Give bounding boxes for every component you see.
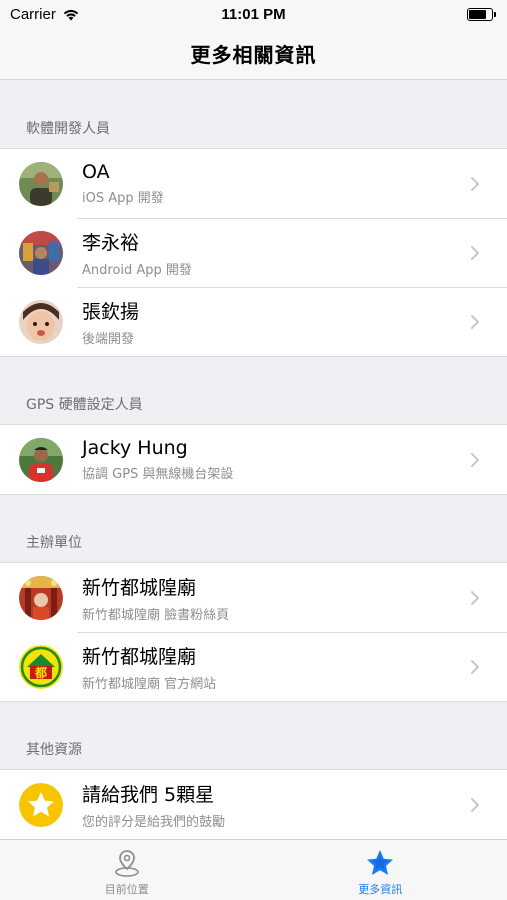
section-header-developers: 軟體開發人員 bbox=[26, 121, 110, 137]
section-header-other: 其他資源 bbox=[26, 742, 82, 758]
photo-avatar-chang bbox=[19, 299, 63, 344]
row-subtitle: 後端開發 bbox=[82, 331, 135, 347]
row-title: 新竹都城隍廟 bbox=[82, 576, 197, 599]
list-item-oa[interactable]: OA iOS App 開發 bbox=[0, 149, 507, 218]
carrier-indicator: Carrier bbox=[10, 6, 80, 23]
row-title: 張欽揚 bbox=[82, 300, 140, 323]
navigation-bar: 更多相關資訊 bbox=[0, 28, 507, 80]
row-title: Jacky Hung bbox=[82, 437, 188, 459]
wifi-icon bbox=[63, 9, 79, 20]
list-item-jacky[interactable]: Jacky Hung 協調 GPS 與無線機台架設 bbox=[0, 425, 507, 494]
section-organizer: 新竹都城隍廟 新竹都城隍廟 臉書粉絲頁 都 新竹都城隍廟 新竹都城隍廟 官方網站 bbox=[0, 562, 507, 702]
avatar bbox=[19, 782, 63, 827]
row-subtitle: 協調 GPS 與無線機台架設 bbox=[82, 467, 234, 482]
temple-logo-text: 都 bbox=[34, 665, 47, 680]
row-subtitle: 新竹都城隍廟 臉書粉絲頁 bbox=[82, 607, 230, 623]
tab-more-info[interactable]: 更多資訊 bbox=[254, 840, 507, 900]
temple-photo-avatar bbox=[19, 575, 63, 620]
photo-avatar-jacky bbox=[19, 437, 63, 482]
chevron-right-icon bbox=[465, 245, 485, 261]
avatar bbox=[19, 575, 63, 620]
avatar bbox=[19, 437, 63, 482]
list-item-temple-website[interactable]: 都 新竹都城隍廟 新竹都城隍廟 官方網站 bbox=[0, 632, 507, 701]
star-icon bbox=[367, 850, 394, 875]
tab-bar: 目前位置 更多資訊 bbox=[0, 839, 507, 900]
avatar bbox=[19, 161, 63, 206]
section-header-gps: GPS 硬體設定人員 bbox=[26, 397, 143, 413]
photo-avatar-li bbox=[19, 230, 63, 275]
row-subtitle: 新竹都城隍廟 官方網站 bbox=[82, 676, 217, 692]
location-pin-icon bbox=[114, 850, 139, 877]
avatar: 都 bbox=[19, 644, 63, 689]
row-title: 李永裕 bbox=[82, 231, 140, 254]
section-gps: Jacky Hung 協調 GPS 與無線機台架設 bbox=[0, 424, 507, 495]
temple-logo-avatar: 都 bbox=[19, 644, 63, 689]
tab-label: 目前位置 bbox=[104, 883, 149, 896]
star-icon bbox=[19, 782, 63, 827]
section-developers: OA iOS App 開發 李永裕 Android App 開發 張欽揚 後端開… bbox=[0, 148, 507, 357]
avatar bbox=[19, 230, 63, 275]
row-title: 請給我們 5顆星 bbox=[82, 783, 215, 806]
list-item-temple-facebook[interactable]: 新竹都城隍廟 新竹都城隍廟 臉書粉絲頁 bbox=[0, 563, 507, 632]
row-subtitle: Android App 開發 bbox=[82, 262, 192, 278]
list-item-li[interactable]: 李永裕 Android App 開發 bbox=[0, 218, 507, 287]
section-header-organizer: 主辦單位 bbox=[26, 535, 82, 551]
chevron-right-icon bbox=[465, 452, 485, 468]
chevron-right-icon bbox=[465, 314, 485, 330]
row-subtitle: 您的評分是給我們的鼓勵 bbox=[82, 814, 226, 830]
avatar bbox=[19, 299, 63, 344]
battery-icon bbox=[467, 7, 496, 21]
list-item-chang[interactable]: 張欽揚 後端開發 bbox=[0, 287, 507, 356]
row-title: OA bbox=[82, 161, 110, 183]
chevron-right-icon bbox=[465, 797, 485, 813]
list-item-rate-app[interactable]: 請給我們 5顆星 您的評分是給我們的鼓勵 bbox=[0, 770, 507, 839]
row-subtitle: iOS App 開發 bbox=[82, 191, 164, 206]
chevron-right-icon bbox=[465, 590, 485, 606]
tab-label: 更多資訊 bbox=[358, 883, 403, 896]
carrier-label: Carrier bbox=[10, 5, 56, 23]
photo-avatar-oa bbox=[19, 161, 63, 206]
tab-current-location[interactable]: 目前位置 bbox=[0, 840, 254, 900]
chevron-right-icon bbox=[465, 176, 485, 192]
page-title: 更多相關資訊 bbox=[190, 43, 317, 67]
chevron-right-icon bbox=[465, 659, 485, 675]
row-title: 新竹都城隍廟 bbox=[82, 645, 197, 668]
info-list[interactable]: 軟體開發人員 OA iOS App 開發 李永裕 Android App 開發 … bbox=[0, 81, 507, 839]
status-bar: Carrier 11:01 PM bbox=[0, 0, 507, 28]
section-other: 請給我們 5顆星 您的評分是給我們的鼓勵 bbox=[0, 769, 507, 839]
